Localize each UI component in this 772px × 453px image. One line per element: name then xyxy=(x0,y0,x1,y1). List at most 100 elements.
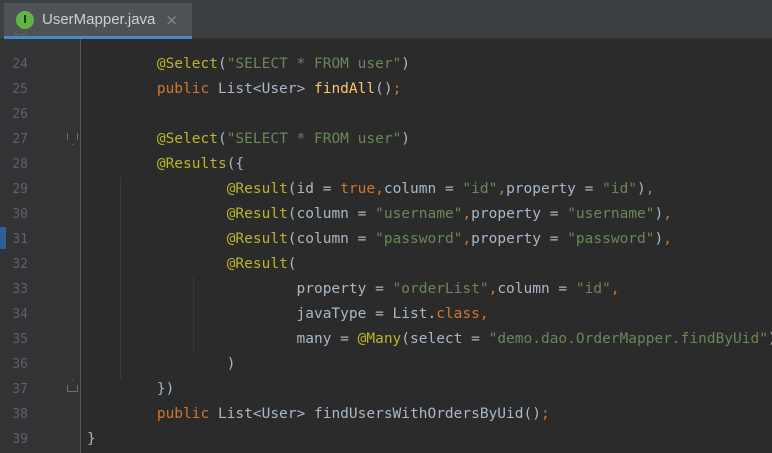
code-text: }) xyxy=(87,377,174,402)
code-token: ; xyxy=(540,406,550,422)
line-number: 28 xyxy=(12,157,28,172)
code-token: () xyxy=(523,406,541,422)
code-token: "password" xyxy=(375,231,463,247)
code-token: findAll xyxy=(313,81,376,97)
code-token: class xyxy=(436,306,480,322)
code-token: , xyxy=(663,231,672,247)
code-line[interactable]: 37 }) xyxy=(0,377,772,402)
code-text: @Result( xyxy=(87,252,297,277)
line-number: 39 xyxy=(12,432,28,447)
code-token: (column = xyxy=(287,206,376,222)
code-text: @Result(column = "password",property = "… xyxy=(87,227,672,252)
code-token: public xyxy=(156,81,218,97)
line-number: 35 xyxy=(12,332,28,347)
code-line[interactable]: 29 @Result(id = true,column = "id",prope… xyxy=(0,177,772,202)
line-number: 25 xyxy=(12,82,28,97)
code-line[interactable]: 33 property = "orderList",column = "id", xyxy=(0,277,772,302)
line-number: 37 xyxy=(12,382,28,397)
code-token: } xyxy=(87,431,96,447)
code-token: , xyxy=(645,181,655,197)
code-line[interactable]: 36 ) xyxy=(0,352,772,377)
code-token: property = xyxy=(506,181,603,197)
code-token: @Select xyxy=(156,56,218,72)
code-line[interactable]: 28 @Results({ xyxy=(0,152,772,177)
code-token: findUsersWithOrdersByUid xyxy=(313,406,524,422)
interface-icon: I xyxy=(16,10,34,29)
line-number: 32 xyxy=(12,257,28,272)
code-token: "username" xyxy=(375,206,463,222)
code-token: "demo.dao.OrderMapper.findByUid" xyxy=(488,331,768,347)
code-token: @Results xyxy=(156,156,227,172)
code-token: (column = xyxy=(287,231,376,247)
code-token: @Select xyxy=(156,131,218,147)
code-token: ) xyxy=(654,231,664,247)
code-line[interactable]: 24 @Select("SELECT * FROM user") xyxy=(0,52,772,77)
code-token: (select = xyxy=(401,331,489,347)
code-token: ) xyxy=(401,56,411,72)
code-text: public List<User> findAll(); xyxy=(87,77,401,102)
close-icon[interactable]: × xyxy=(165,11,178,29)
code-token: column = xyxy=(383,181,463,197)
line-number: 33 xyxy=(12,282,28,297)
code-token: , xyxy=(610,281,620,297)
code-token: "password" xyxy=(567,231,655,247)
code-text: @Select("SELECT * FROM user") xyxy=(87,127,410,152)
code-token: "SELECT * FROM user" xyxy=(226,131,402,147)
line-number: 23 xyxy=(12,31,28,39)
code-text: } xyxy=(87,427,96,452)
code-token: property = xyxy=(296,281,393,297)
code-token: , xyxy=(488,281,498,297)
code-token: @Result xyxy=(226,181,288,197)
code-text: many = @Many(select = "demo.dao.OrderMap… xyxy=(87,327,772,352)
line-number: 26 xyxy=(12,107,28,122)
code-text: property = "orderList",column = "id", xyxy=(87,277,620,302)
code-line[interactable]: 31 @Result(column = "password",property … xyxy=(0,227,772,252)
line-number: 34 xyxy=(12,307,28,322)
code-token: public xyxy=(156,406,218,422)
code-token: ({ xyxy=(226,156,245,172)
code-text: javaType = List.class, xyxy=(87,302,489,327)
code-token: ) xyxy=(637,181,646,197)
code-text: @Result(id = true,column = "id",property… xyxy=(87,177,655,202)
code-line[interactable]: 30 @Result(column = "username",property … xyxy=(0,202,772,227)
code-line[interactable]: 27 @Select("SELECT * FROM user") xyxy=(0,127,772,152)
code-token: List<User> xyxy=(217,81,314,97)
code-token: ) xyxy=(226,356,236,372)
code-line[interactable]: 34 javaType = List.class, xyxy=(0,302,772,327)
code-token: "id" xyxy=(462,181,498,197)
code-token: many = xyxy=(296,331,358,347)
code-line[interactable]: 26 xyxy=(0,102,772,127)
code-line[interactable]: 38 public List<User> findUsersWithOrders… xyxy=(0,402,772,427)
code-text: public List<User> findUsersWithOrdersByU… xyxy=(87,402,550,427)
code-token: (id = xyxy=(287,181,341,197)
line-number: 31 xyxy=(12,232,28,247)
line-number: 27 xyxy=(12,132,28,147)
code-token: ) xyxy=(768,331,772,347)
tab-label: UserMapper.java xyxy=(42,11,156,28)
code-line[interactable]: 25 public List<User> findAll(); xyxy=(0,77,772,102)
line-number: 29 xyxy=(12,182,28,197)
code-text: @Select("SELECT * FROM user") xyxy=(87,52,410,77)
code-line[interactable]: 39} xyxy=(0,427,772,452)
code-token: , xyxy=(479,306,489,322)
line-number: 24 xyxy=(12,57,28,72)
code-token: property = xyxy=(471,231,568,247)
code-token: @Many xyxy=(357,331,402,347)
code-token: "username" xyxy=(567,206,655,222)
code-token: , xyxy=(462,231,472,247)
code-token: javaType = List. xyxy=(296,306,437,322)
code-line[interactable]: 32 @Result( xyxy=(0,252,772,277)
code-token: ; xyxy=(392,81,402,97)
code-line[interactable]: 35 many = @Many(select = "demo.dao.Order… xyxy=(0,327,772,352)
code-token: ) xyxy=(401,131,411,147)
